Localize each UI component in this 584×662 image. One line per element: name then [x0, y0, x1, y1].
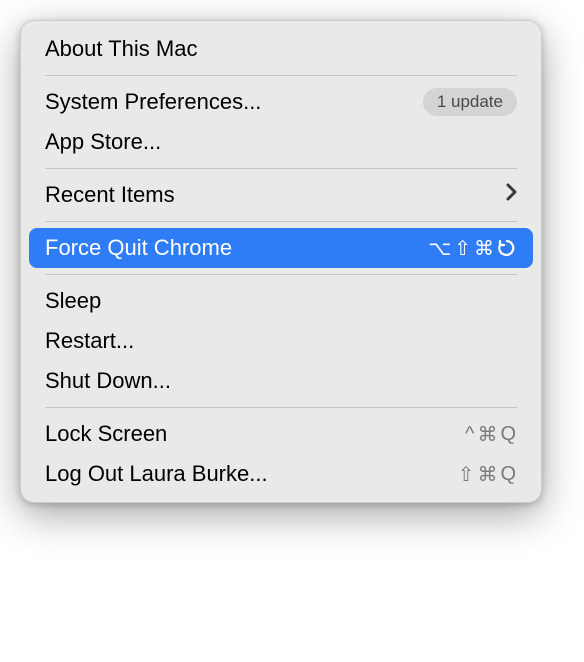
keyboard-shortcut: ^ ⌘ Q: [465, 422, 517, 447]
menu-item-force-quit[interactable]: Force Quit Chrome ⌥ ⇧ ⌘: [29, 228, 533, 268]
menu-item-recent-items[interactable]: Recent Items: [21, 175, 541, 215]
command-key-icon: ⌘: [477, 462, 498, 487]
keyboard-shortcut: ⇧ ⌘ Q: [458, 462, 517, 487]
update-badge: 1 update: [423, 88, 517, 116]
command-key-icon: ⌘: [474, 236, 495, 261]
menu-item-label: Shut Down...: [45, 368, 171, 394]
menu-item-label: Recent Items: [45, 182, 175, 208]
escape-key-icon: [497, 238, 517, 258]
menu-item-label: Lock Screen: [45, 421, 167, 447]
menu-item-label: About This Mac: [45, 36, 197, 62]
menu-item-shut-down[interactable]: Shut Down...: [21, 361, 541, 401]
shift-key-icon: ⇧: [454, 236, 472, 261]
menu-separator: [45, 168, 517, 169]
menu-item-app-store[interactable]: App Store...: [21, 122, 541, 162]
menu-item-lock-screen[interactable]: Lock Screen ^ ⌘ Q: [21, 414, 541, 454]
menu-item-log-out[interactable]: Log Out Laura Burke... ⇧ ⌘ Q: [21, 454, 541, 494]
menu-item-label: App Store...: [45, 129, 161, 155]
menu-item-label: Restart...: [45, 328, 134, 354]
chevron-right-icon: [506, 183, 517, 207]
menu-separator: [45, 221, 517, 222]
menu-item-about-this-mac[interactable]: About This Mac: [21, 29, 541, 69]
control-key-icon: ^: [465, 423, 475, 446]
shortcut-key: Q: [500, 463, 517, 486]
menu-item-system-preferences[interactable]: System Preferences... 1 update: [21, 82, 541, 122]
menu-separator: [45, 274, 517, 275]
menu-item-label: Force Quit Chrome: [45, 235, 232, 261]
shift-key-icon: ⇧: [458, 462, 476, 487]
menu-separator: [45, 407, 517, 408]
command-key-icon: ⌘: [477, 422, 498, 447]
menu-item-label: Log Out Laura Burke...: [45, 461, 268, 487]
keyboard-shortcut: ⌥ ⇧ ⌘: [428, 236, 517, 261]
menu-item-label: System Preferences...: [45, 89, 261, 115]
menu-separator: [45, 75, 517, 76]
menu-item-sleep[interactable]: Sleep: [21, 281, 541, 321]
option-key-icon: ⌥: [428, 236, 452, 261]
apple-menu: About This Mac System Preferences... 1 u…: [20, 20, 542, 503]
shortcut-key: Q: [500, 423, 517, 446]
menu-item-label: Sleep: [45, 288, 101, 314]
menu-item-restart[interactable]: Restart...: [21, 321, 541, 361]
